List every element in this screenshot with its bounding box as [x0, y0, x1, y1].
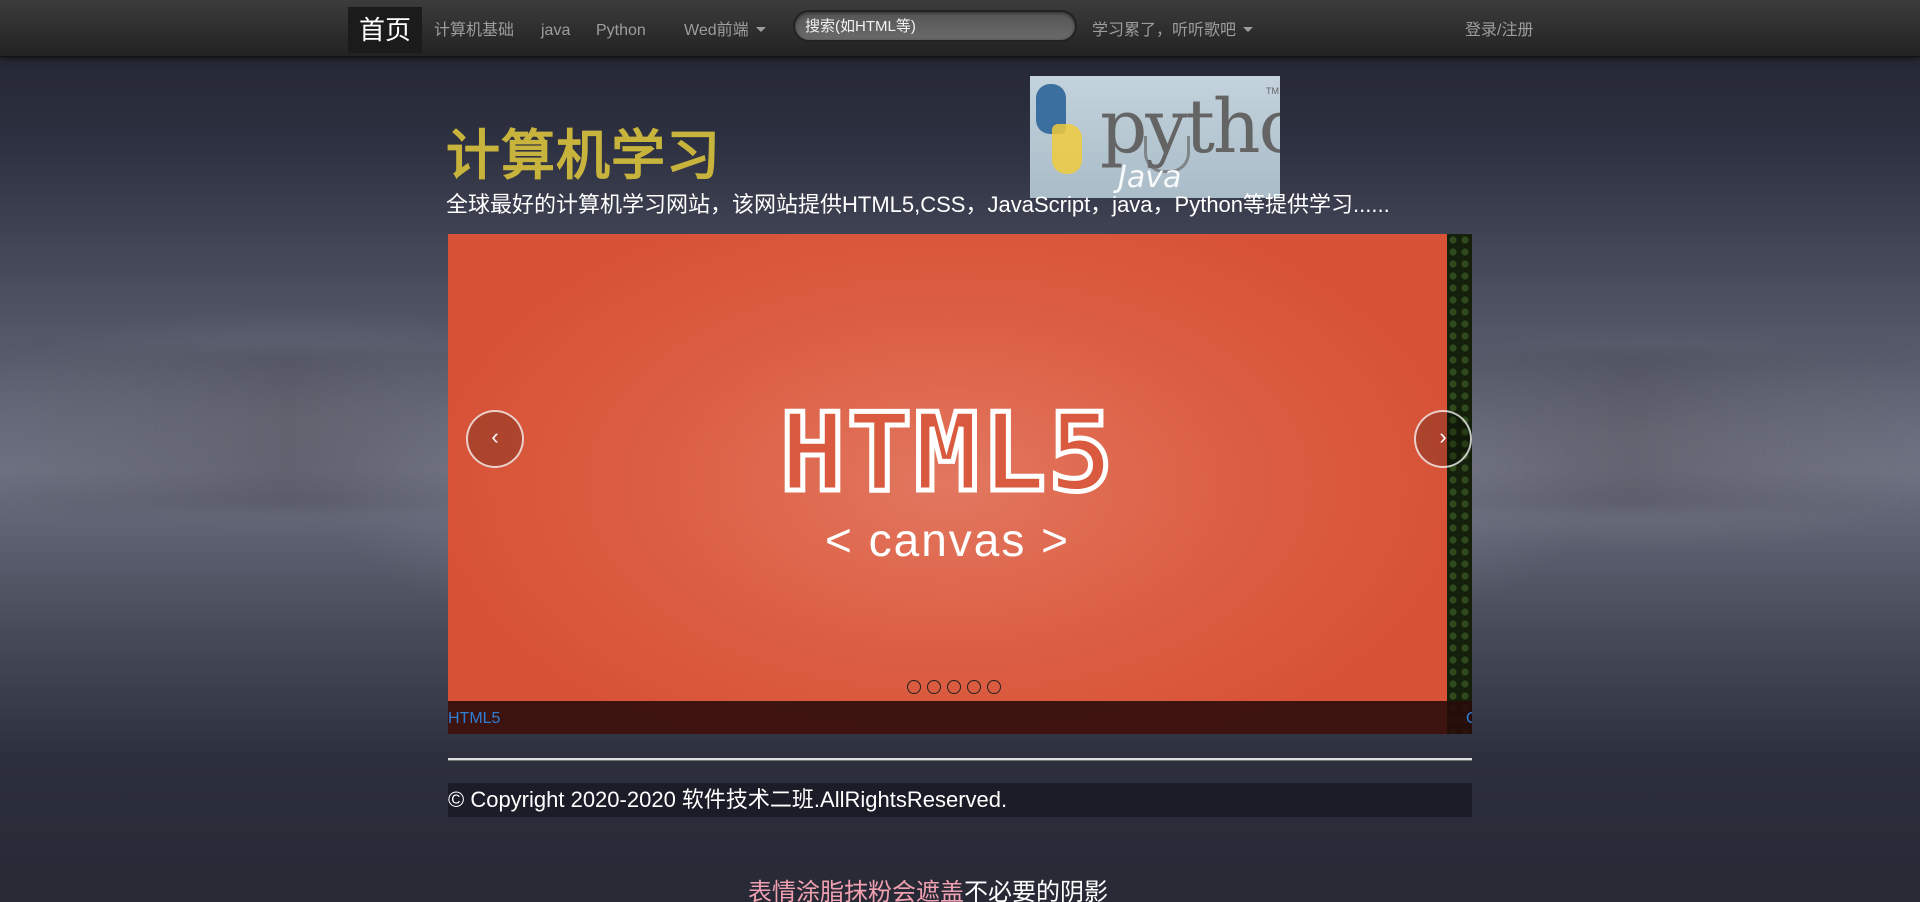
carousel-next-caption-link[interactable]: C — [1466, 701, 1472, 734]
python-java-logo: python TM Java — [1030, 76, 1280, 198]
login-register-link[interactable]: 登录/注册 — [1465, 0, 1533, 56]
carousel-next-button[interactable]: › — [1414, 410, 1472, 468]
carousel-indicator[interactable] — [987, 680, 1001, 694]
logo-python-text: python — [1100, 84, 1280, 170]
carousel-slide-html5[interactable]: HTML5 < canvas > — [448, 234, 1447, 734]
nav-dropdown-web-frontend[interactable]: Wed前端 — [684, 0, 766, 56]
bottom-quote: 表情涂脂抹粉会遮盖不必要的阴影 — [748, 878, 1108, 902]
nav-home[interactable]: 首页 — [348, 7, 422, 53]
nav-dropdown-label: Wed前端 — [684, 22, 749, 39]
nav-item-java[interactable]: java — [541, 0, 570, 56]
slide-subheading: < canvas > — [824, 514, 1071, 566]
carousel-indicator[interactable] — [967, 680, 981, 694]
python-snake-icon — [1052, 124, 1082, 174]
carousel-prev-button[interactable]: ‹ — [466, 410, 524, 468]
footer: © Copyright 2020-2020 软件技术二班.AllRightsRe… — [448, 783, 1472, 817]
copyright-text: © Copyright 2020-2020 软件技术二班.AllRightsRe… — [448, 787, 1008, 812]
nav-item-computer-basics[interactable]: 计算机基础 — [434, 0, 514, 56]
carousel-indicator[interactable] — [907, 680, 921, 694]
nav-item-python[interactable]: Python — [596, 0, 646, 56]
carousel-caption-link[interactable]: HTML5 — [448, 701, 500, 734]
logo-trademark: TM — [1266, 86, 1279, 96]
caret-down-icon — [1243, 27, 1254, 33]
carousel-indicators — [907, 680, 1001, 698]
nav-dropdown-music-label: 学习累了，听听歌吧 — [1092, 22, 1237, 39]
carousel-indicator[interactable] — [947, 680, 961, 694]
footer-divider — [448, 758, 1472, 761]
carousel-slide-next — [1447, 234, 1472, 734]
caret-down-icon — [755, 27, 766, 33]
image-carousel: HTML5 < canvas > ‹ › HTML5 C — [448, 234, 1472, 734]
bottom-quote-rest: 不必要的阴影 — [964, 879, 1108, 902]
slide-heading: HTML5 — [777, 391, 1116, 516]
carousel-indicator[interactable] — [927, 680, 941, 694]
nav-dropdown-music[interactable]: 学习累了，听听歌吧 — [1092, 0, 1254, 56]
search-input[interactable] — [793, 10, 1077, 42]
top-navbar: 首页 计算机基础 java Python Wed前端 学习累了，听听歌吧 登录/… — [0, 0, 1920, 57]
page-subtitle: 全球最好的计算机学习网站，该网站提供HTML5,CSS，JavaScript，j… — [446, 192, 1390, 217]
page-title: 计算机学习 — [446, 126, 721, 186]
bottom-quote-highlight: 表情涂脂抹粉会遮盖 — [748, 879, 964, 902]
carousel-caption-bar: HTML5 C — [448, 701, 1472, 734]
